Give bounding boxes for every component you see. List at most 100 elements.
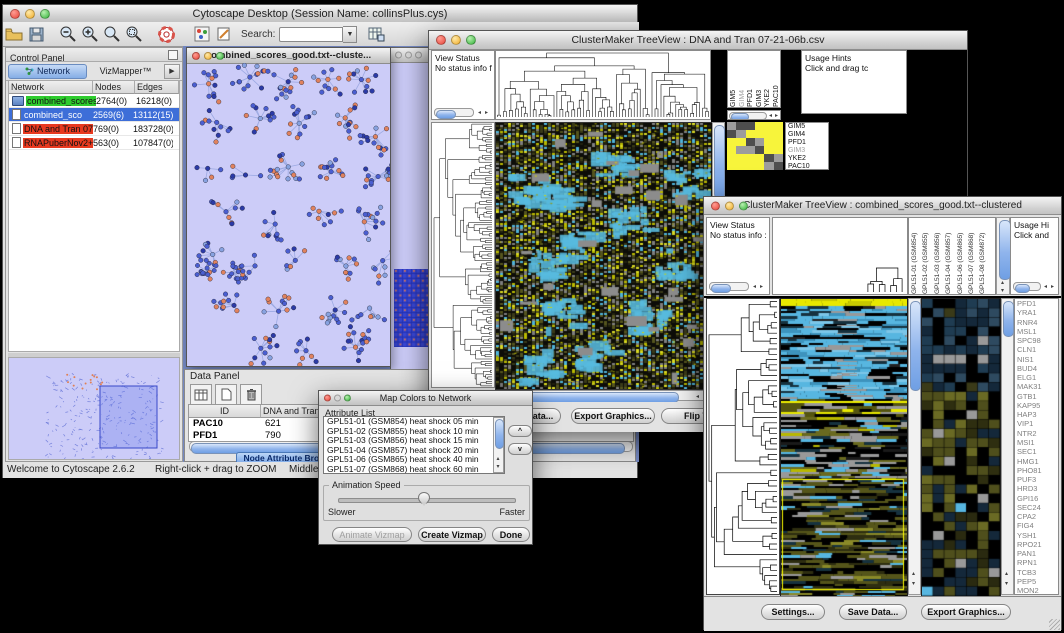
column-label[interactable]: YKE2: [764, 53, 773, 107]
save-button[interactable]: [25, 24, 47, 45]
usage-scrollbar[interactable]: [1013, 282, 1041, 291]
labels-vscrollbar[interactable]: ▴ ▾: [996, 217, 1010, 295]
zoom-fit-button[interactable]: [123, 24, 145, 45]
column-label[interactable]: GIM4: [739, 53, 748, 107]
gene-label[interactable]: GTB1: [1015, 392, 1058, 401]
vizmapper-button[interactable]: [191, 24, 213, 45]
zoom-hscrollbar[interactable]: [729, 112, 767, 120]
gene-label[interactable]: RPO21: [1015, 540, 1058, 549]
column-label[interactable]: GPL51-02 (GSM855): [920, 219, 931, 294]
column-label[interactable]: GIM5: [730, 53, 739, 107]
action-button[interactable]: Done: [492, 527, 530, 542]
edges-col-header[interactable]: Edges: [135, 81, 179, 94]
move-down-button[interactable]: v: [508, 443, 532, 455]
treeview2-title-bar[interactable]: ClusterMaker TreeView : combined_scores_…: [704, 197, 1061, 215]
network-tree-row[interactable]: combined_scores 2764(0) 16218(0): [9, 94, 179, 108]
gene-label[interactable]: YRA1: [1015, 308, 1058, 317]
gene-label[interactable]: PUF3: [1015, 475, 1058, 484]
gene-label[interactable]: PHO81: [1015, 466, 1058, 475]
gene-label[interactable]: SPC98: [1015, 336, 1058, 345]
delete-attribute-button[interactable]: [240, 384, 262, 405]
overview-thumbnail[interactable]: [9, 358, 179, 459]
gene-label[interactable]: MSL1: [1015, 327, 1058, 336]
help-button[interactable]: [155, 24, 177, 45]
import-table-button[interactable]: [365, 24, 387, 45]
zoom-in-button[interactable]: [79, 24, 101, 45]
tab-network[interactable]: Network: [8, 64, 87, 79]
dialog-title-bar[interactable]: Map Colors to Network: [319, 391, 532, 406]
view-status-scrollbar[interactable]: [434, 108, 474, 117]
gene-label[interactable]: NIS1: [1015, 355, 1058, 364]
network-graph-canvas[interactable]: [187, 63, 390, 366]
gene-label[interactable]: VIP1: [1015, 419, 1058, 428]
gene-label[interactable]: HRD3: [1015, 484, 1058, 493]
background-window-title-bar[interactable]: [391, 48, 433, 63]
gene-label[interactable]: PAN1: [1015, 549, 1058, 558]
close-button[interactable]: [711, 201, 720, 210]
minimize-button[interactable]: [451, 35, 461, 45]
minimize-button[interactable]: [334, 395, 341, 402]
heatmap-vscrollbar[interactable]: ▴ ▾: [908, 298, 921, 595]
row-dendrogram-panel[interactable]: [706, 298, 780, 595]
search-dropdown[interactable]: ▼: [343, 26, 357, 43]
close-button[interactable]: [395, 52, 402, 59]
row-dendrogram-panel[interactable]: [431, 122, 495, 388]
zoom-button[interactable]: [216, 52, 224, 60]
minimize-button[interactable]: [725, 201, 734, 210]
gene-label[interactable]: YSH1: [1015, 531, 1058, 540]
zoom-button[interactable]: [344, 395, 351, 402]
gene-label[interactable]: KAP95: [1015, 401, 1058, 410]
column-label[interactable]: GPL51-06 (GSM865): [955, 219, 966, 294]
global-heatmap[interactable]: [780, 298, 908, 597]
gene-label[interactable]: BUD4: [1015, 364, 1058, 373]
row-label[interactable]: PAC10: [786, 163, 828, 170]
gene-label[interactable]: CLN1: [1015, 345, 1058, 354]
action-button[interactable]: Export Graphics...: [571, 408, 655, 424]
row-label[interactable]: GIM3: [786, 147, 828, 155]
birds-eye-view[interactable]: [8, 357, 180, 460]
data-table-header-id[interactable]: ID: [189, 405, 261, 418]
network-col-header[interactable]: Network: [9, 81, 93, 94]
resize-grip[interactable]: [1049, 619, 1060, 630]
gene-label[interactable]: MAK31: [1015, 382, 1058, 391]
gene-label[interactable]: NTR2: [1015, 429, 1058, 438]
action-button[interactable]: Settings...: [761, 604, 825, 620]
new-attribute-button[interactable]: [215, 384, 237, 405]
attribute-select-button[interactable]: [190, 384, 212, 405]
column-label[interactable]: GPL51-07 (GSM868): [966, 219, 977, 294]
zoom-button[interactable]: [40, 9, 50, 19]
minimize-button[interactable]: [204, 52, 212, 60]
annotation-button[interactable]: [213, 24, 235, 45]
gene-label[interactable]: PFD1: [1015, 299, 1058, 308]
zoom-heatmap-matrix[interactable]: [727, 122, 783, 170]
scrollbar-thumb[interactable]: [714, 125, 725, 199]
view-status-scrollbar[interactable]: [709, 282, 749, 291]
row-label[interactable]: GIM4: [786, 131, 828, 139]
close-button[interactable]: [436, 35, 446, 45]
close-button[interactable]: [192, 52, 200, 60]
gene-label[interactable]: HAP3: [1015, 410, 1058, 419]
close-button[interactable]: [324, 395, 331, 402]
action-button[interactable]: Animate Vizmap: [332, 527, 412, 542]
scrollbar-thumb[interactable]: [910, 301, 921, 391]
scrollbar-thumb[interactable]: [1003, 301, 1014, 337]
global-heatmap[interactable]: [495, 122, 713, 390]
gene-label[interactable]: ELG1: [1015, 373, 1058, 382]
move-up-button[interactable]: ^: [508, 425, 532, 437]
zoom-vscrollbar[interactable]: ▴ ▾: [1001, 298, 1014, 595]
gene-label[interactable]: SEC1: [1015, 447, 1058, 456]
network-tree-row[interactable]: combined_sco 2569(6) 13112(15): [9, 108, 179, 122]
minimize-button[interactable]: [25, 9, 35, 19]
column-label[interactable]: GPL51-04 (GSM857): [943, 219, 954, 294]
column-label[interactable]: GPL51-03 (GSM856): [932, 219, 943, 294]
main-title-bar[interactable]: Cytoscape Desktop (Session Name: collins…: [3, 5, 637, 23]
minimize-button[interactable]: [405, 52, 412, 59]
gene-label[interactable]: CPA2: [1015, 512, 1058, 521]
tab-vizmapper[interactable]: VizMapper™: [87, 65, 164, 78]
gene-label[interactable]: GPI16: [1015, 494, 1058, 503]
zoom-button[interactable]: [466, 35, 476, 45]
scrollbar-thumb[interactable]: [999, 220, 1011, 280]
nodes-col-header[interactable]: Nodes: [93, 81, 135, 94]
action-button[interactable]: Export Graphics...: [921, 604, 1011, 620]
column-label[interactable]: PAC10: [773, 53, 781, 107]
